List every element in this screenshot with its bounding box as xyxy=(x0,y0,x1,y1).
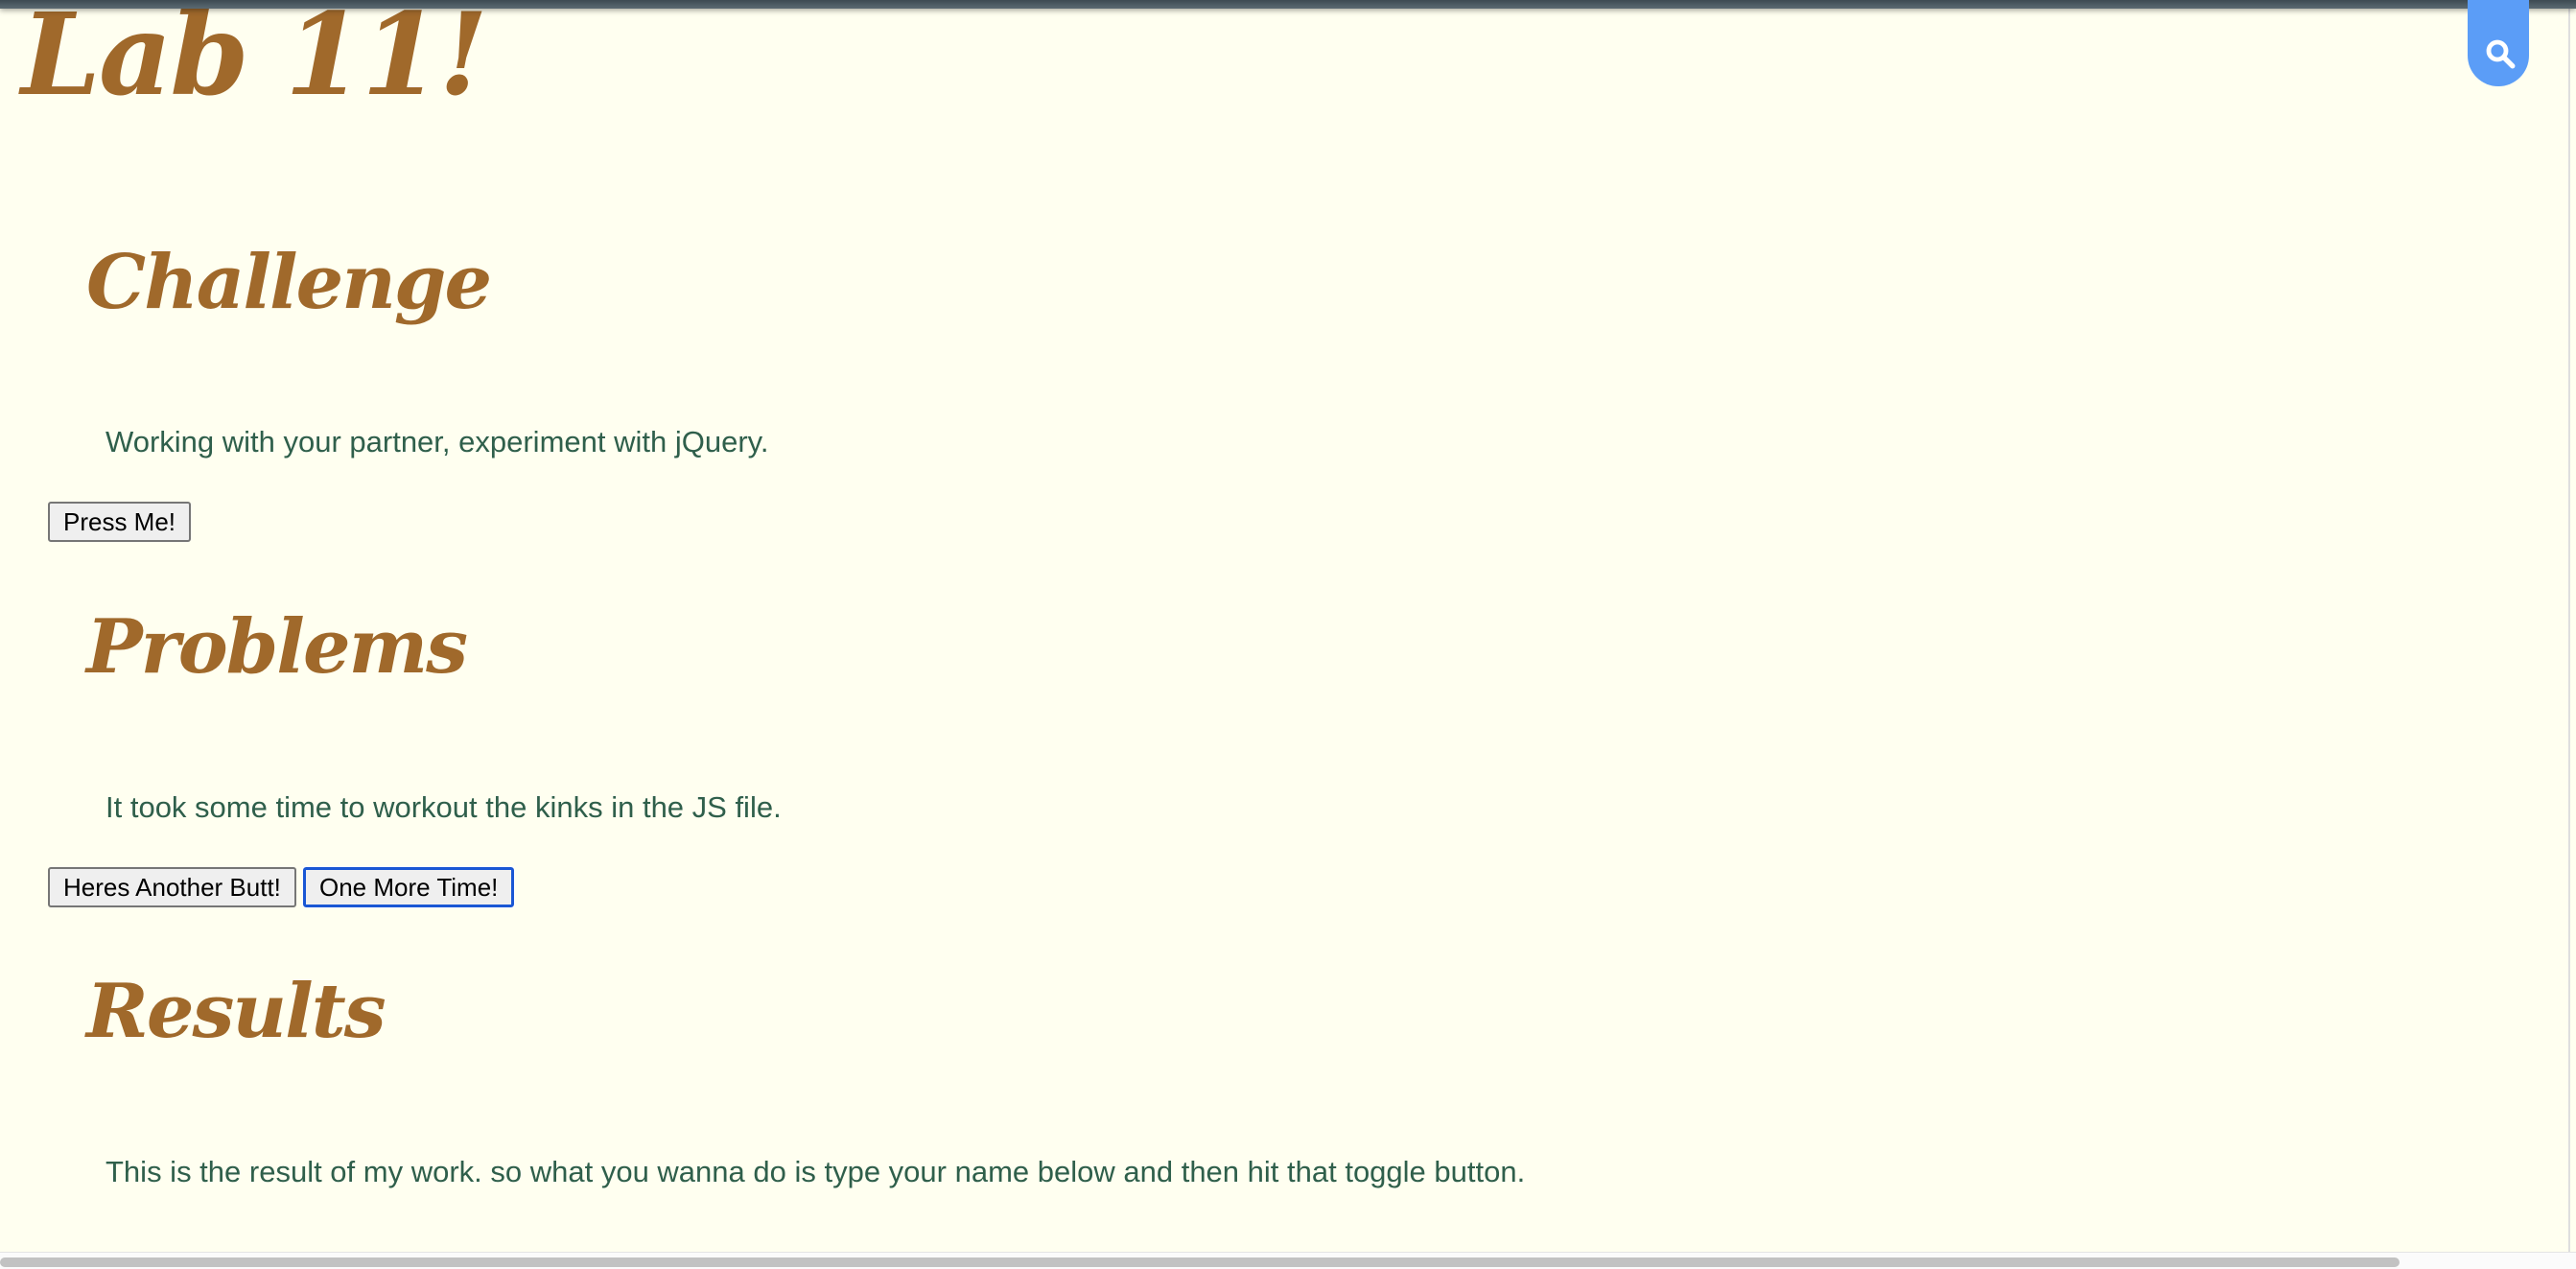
section-heading-results: Results xyxy=(86,968,386,1055)
problems-text: It took some time to workout the kinks i… xyxy=(105,790,782,824)
another-button[interactable]: Heres Another Butt! xyxy=(48,867,296,907)
horizontal-scrollbar-thumb[interactable] xyxy=(0,1257,2400,1267)
search-button[interactable] xyxy=(2468,0,2529,86)
page-title: Lab 11! xyxy=(21,0,488,121)
section-heading-challenge: Challenge xyxy=(86,239,492,326)
results-text: This is the result of my work. so what y… xyxy=(105,1155,1526,1188)
press-me-button[interactable]: Press Me! xyxy=(48,502,192,542)
one-more-time-button[interactable]: One More Time! xyxy=(301,866,516,908)
top-window-strip xyxy=(0,0,2576,9)
challenge-text: Working with your partner, experiment wi… xyxy=(105,425,769,458)
section-heading-problems: Problems xyxy=(86,603,468,691)
vertical-scrollbar-edge xyxy=(2568,0,2570,1252)
search-icon xyxy=(2486,39,2516,69)
